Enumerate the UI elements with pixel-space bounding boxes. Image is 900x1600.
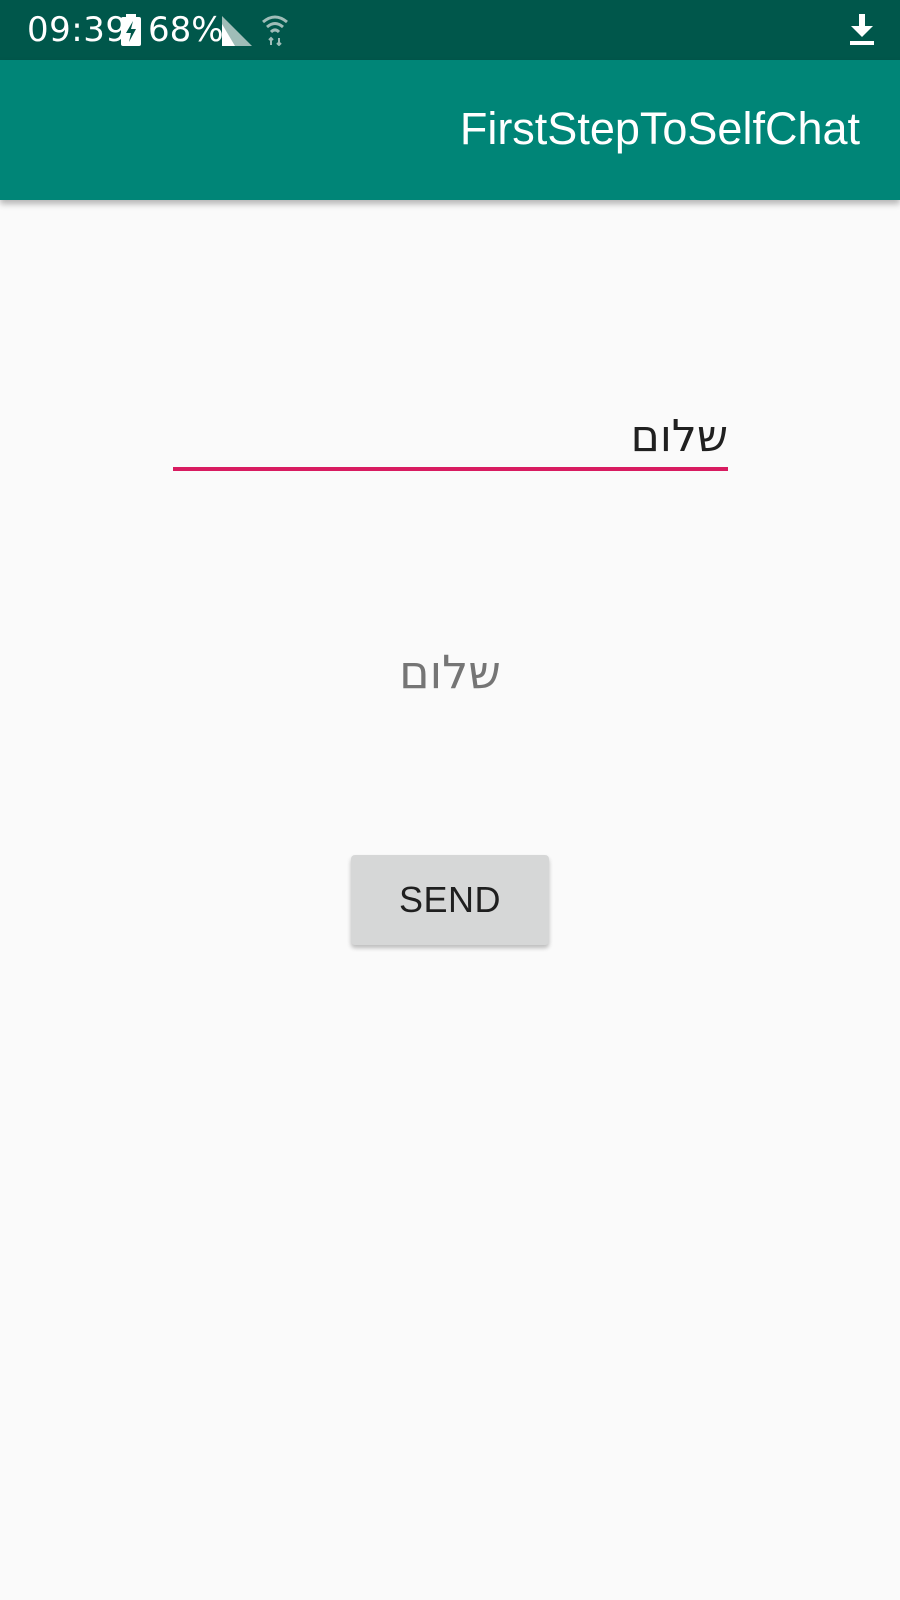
message-input[interactable]: [173, 405, 728, 471]
app-title: FirstStepToSelfChat: [459, 103, 860, 154]
download-icon: [848, 14, 876, 50]
wifi-icon: [262, 14, 288, 50]
status-bar: 09:39 68%: [0, 0, 900, 60]
status-time: 09:39: [27, 10, 128, 50]
status-battery: 68%: [148, 10, 224, 50]
send-button[interactable]: SEND: [351, 855, 549, 945]
received-message-text: שלום: [399, 645, 501, 699]
battery-charging-icon: [120, 14, 142, 50]
app-bar: FirstStepToSelfChat: [0, 60, 900, 200]
signal-icon: [222, 16, 252, 50]
